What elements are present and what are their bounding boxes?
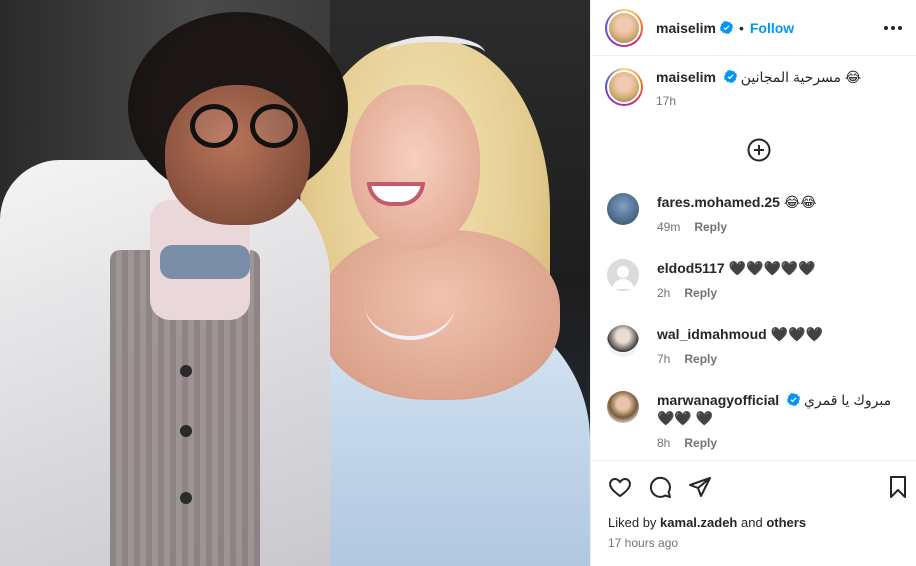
comment-text: 🖤🖤🖤 bbox=[770, 326, 823, 342]
comment-text: 🖤🖤🖤🖤🖤 bbox=[728, 260, 816, 276]
likes-others[interactable]: others bbox=[766, 515, 806, 530]
photo-tiara bbox=[385, 36, 485, 70]
commenter-username[interactable]: marwanagyofficial bbox=[657, 392, 779, 408]
photo-man-face bbox=[165, 85, 310, 225]
commenter-avatar[interactable] bbox=[607, 259, 639, 291]
heart-icon[interactable] bbox=[608, 475, 632, 499]
caption-username[interactable]: maiselim bbox=[656, 69, 716, 85]
comment-time: 8h bbox=[657, 436, 671, 450]
likes-and: and bbox=[741, 515, 763, 530]
post-caption: maiselim مسرحية المجانين 😂 17h bbox=[605, 68, 905, 108]
follow-button[interactable]: Follow bbox=[750, 20, 794, 36]
default-avatar-icon bbox=[612, 266, 634, 289]
caption-avatar[interactable] bbox=[605, 68, 643, 106]
commenter-username[interactable]: fares.mohamed.25 bbox=[657, 194, 780, 210]
add-comment-icon[interactable] bbox=[746, 137, 772, 163]
more-options-icon[interactable] bbox=[881, 16, 905, 40]
photo-man-bowtie bbox=[160, 245, 250, 279]
caption-text: مسرحية المجانين 😂 bbox=[740, 69, 862, 85]
post-actions-bar bbox=[591, 460, 916, 512]
comment-item: wal_idmahmoud 🖤🖤🖤 7h Reply bbox=[607, 325, 907, 368]
commenter-avatar[interactable] bbox=[607, 193, 639, 225]
commenter-avatar[interactable] bbox=[607, 325, 639, 357]
header-separator: • bbox=[738, 19, 744, 36]
verified-badge-icon bbox=[787, 393, 801, 406]
likes-prefix: Liked by bbox=[608, 515, 657, 530]
comment-item: fares.mohamed.25 😂😂 49m Reply bbox=[607, 193, 907, 236]
commenter-username[interactable]: eldod5117 bbox=[657, 260, 725, 276]
caption-line: maiselim مسرحية المجانين 😂 bbox=[656, 68, 861, 86]
post-photo[interactable] bbox=[0, 0, 590, 566]
comment-icon[interactable] bbox=[648, 475, 672, 499]
comment-time: 2h bbox=[657, 286, 671, 300]
share-icon[interactable] bbox=[688, 475, 712, 499]
reply-button[interactable]: Reply bbox=[684, 436, 717, 450]
likes-user[interactable]: kamal.zadeh bbox=[660, 515, 737, 530]
photo-necklace bbox=[365, 270, 455, 340]
comment-item: eldod5117 🖤🖤🖤🖤🖤 2h Reply bbox=[607, 259, 907, 302]
reply-button[interactable]: Reply bbox=[684, 286, 717, 300]
comment-time: 7h bbox=[657, 352, 671, 366]
reply-button[interactable]: Reply bbox=[694, 220, 727, 234]
caption-time: 17h bbox=[656, 94, 677, 108]
photo-woman-face bbox=[350, 85, 480, 250]
photo-glasses-right bbox=[250, 104, 298, 148]
comment-item: marwanagyofficial مبروك يا قمري 🖤🖤 🖤 8h R… bbox=[607, 391, 907, 452]
photo-vest-button bbox=[180, 425, 192, 437]
photo-vest-button bbox=[180, 365, 192, 377]
commenter-avatar[interactable] bbox=[607, 391, 639, 423]
comment-text: 😂😂 bbox=[783, 194, 817, 210]
likes-summary: Liked by kamal.zadeh and others bbox=[608, 515, 806, 530]
post-header: maiselim • Follow bbox=[591, 0, 916, 56]
bookmark-icon[interactable] bbox=[886, 475, 910, 499]
verified-badge-icon bbox=[719, 21, 733, 34]
post-side-panel: maiselim • Follow maiselim مسرحية المجان… bbox=[590, 0, 916, 566]
author-username[interactable]: maiselim bbox=[656, 20, 716, 36]
comment-time: 49m bbox=[657, 220, 681, 234]
post-timestamp: 17 hours ago bbox=[608, 536, 679, 550]
photo-glasses-left bbox=[190, 104, 238, 148]
commenter-username[interactable]: wal_idmahmoud bbox=[657, 326, 767, 342]
author-avatar[interactable] bbox=[605, 8, 643, 47]
reply-button[interactable]: Reply bbox=[684, 352, 717, 366]
photo-vest-button bbox=[180, 492, 192, 504]
verified-badge-icon bbox=[723, 70, 737, 83]
